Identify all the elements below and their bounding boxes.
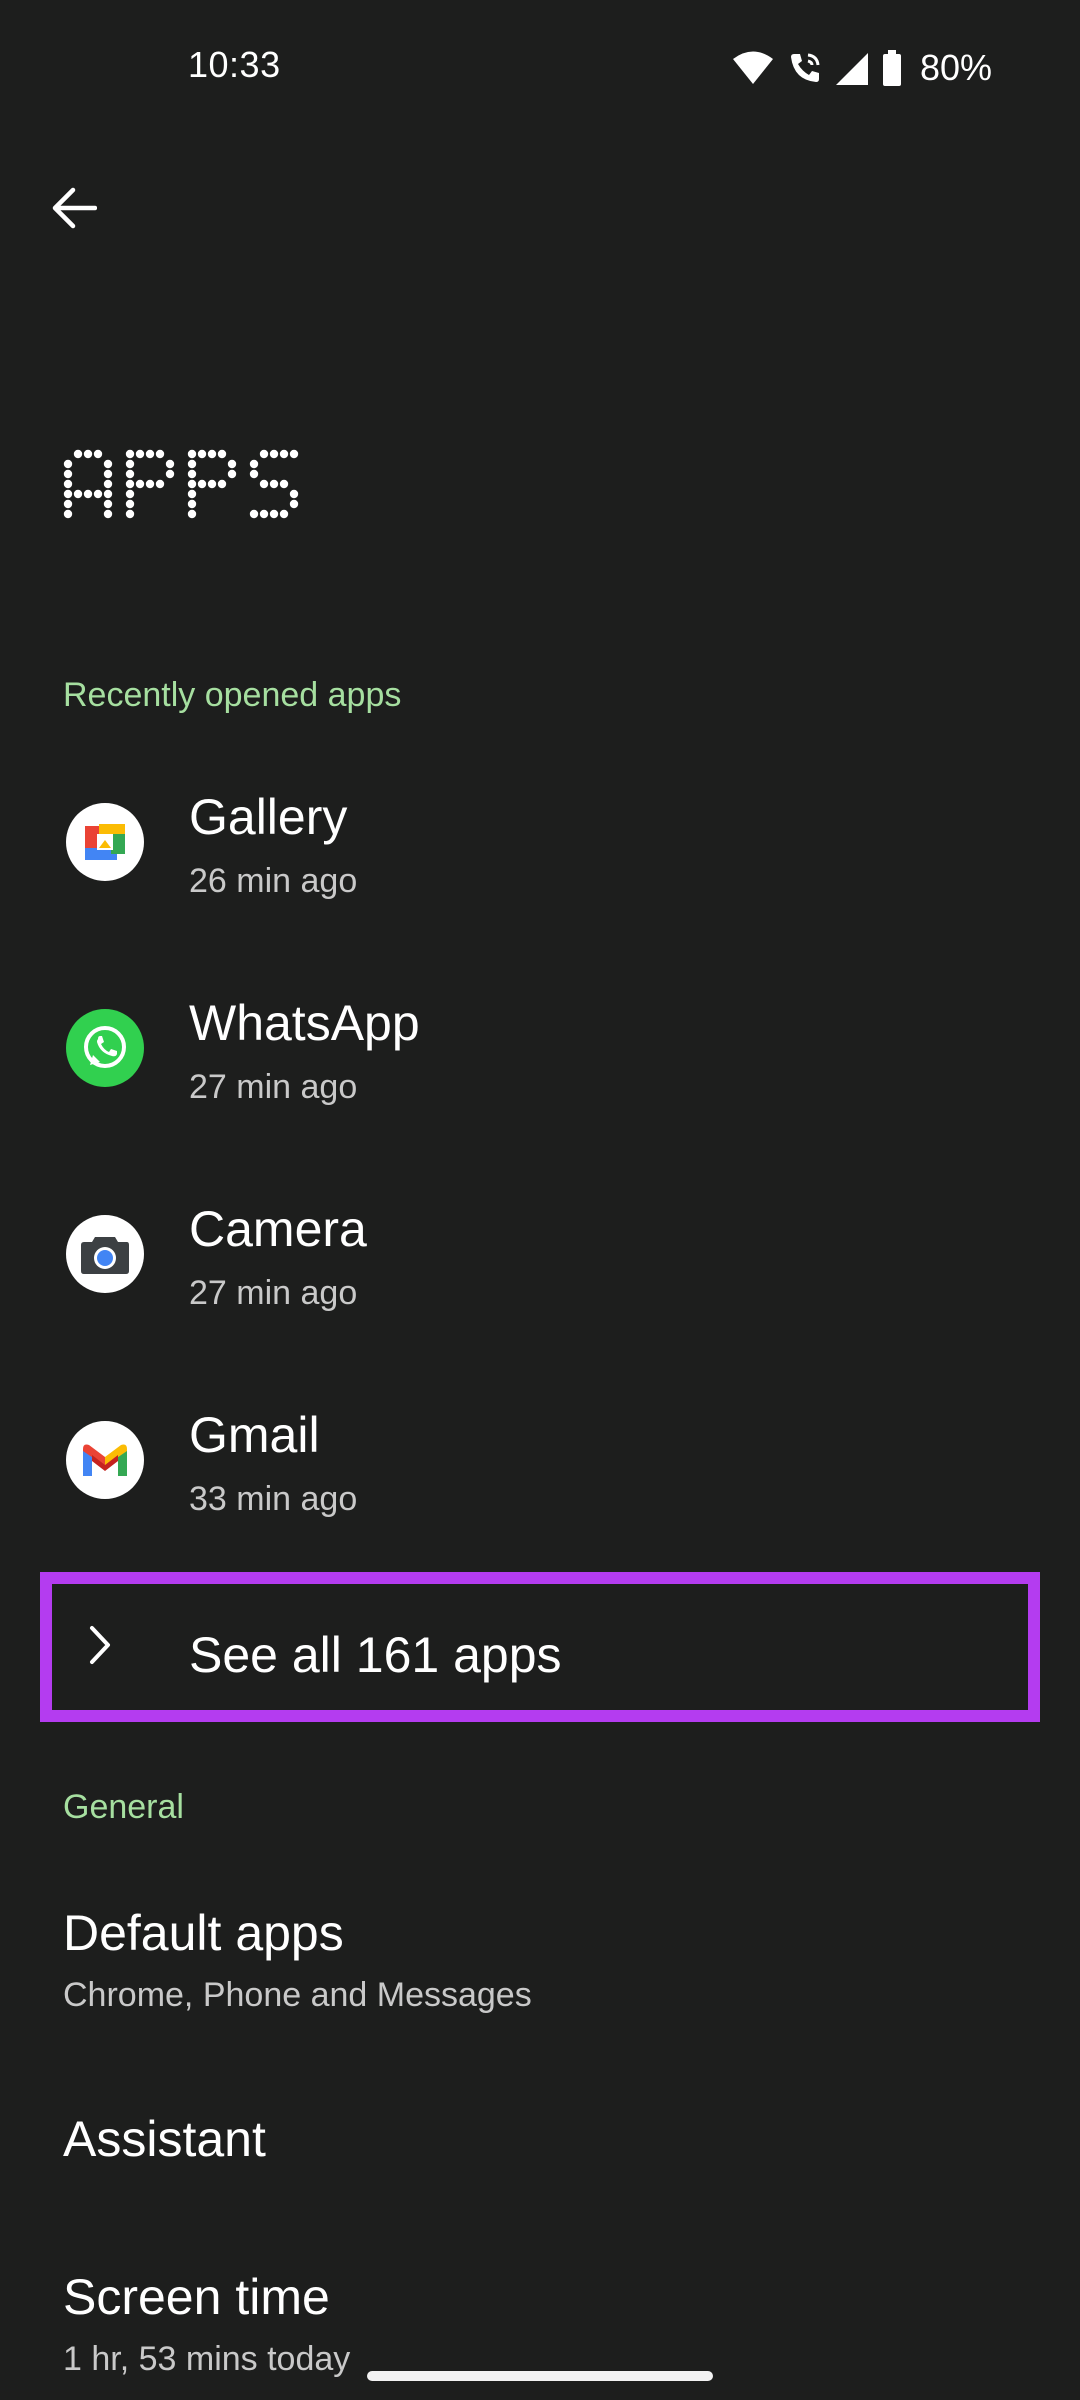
gmail-icon: [66, 1421, 144, 1499]
app-last-opened: 26 min ago: [189, 862, 358, 900]
app-row-camera[interactable]: Camera 27 min ago: [0, 1154, 1080, 1354]
battery-percentage: 80%: [919, 47, 992, 88]
app-row-gmail[interactable]: Gmail 33 min ago: [0, 1360, 1080, 1560]
gallery-icon: [66, 803, 144, 881]
app-name: Gmail: [189, 1407, 320, 1463]
see-all-apps-label: See all 161 apps: [189, 1627, 562, 1683]
app-last-opened: 33 min ago: [189, 1480, 358, 1518]
wifi-calling-icon: [788, 51, 822, 85]
app-name: Camera: [189, 1201, 367, 1257]
general-header: General: [63, 1788, 184, 1826]
default-apps-item[interactable]: Default apps Chrome, Phone and Messages: [0, 1866, 1080, 2046]
screen-time-subtitle: 1 hr, 53 mins today: [63, 2340, 351, 2378]
navigation-handle[interactable]: [367, 2371, 713, 2381]
battery-icon: [882, 50, 902, 86]
status-icons: 80%: [732, 44, 992, 92]
assistant-item[interactable]: Assistant: [0, 2070, 1080, 2210]
app-last-opened: 27 min ago: [189, 1274, 358, 1312]
cell-signal-icon: [835, 51, 868, 85]
default-apps-subtitle: Chrome, Phone and Messages: [63, 1976, 532, 2014]
default-apps-title: Default apps: [63, 1905, 344, 1961]
whatsapp-icon: [66, 1009, 144, 1087]
app-last-opened: 27 min ago: [189, 1068, 358, 1106]
page-title: [62, 440, 302, 530]
app-name: WhatsApp: [189, 995, 420, 1051]
back-button[interactable]: [36, 170, 112, 246]
app-row-gallery[interactable]: Gallery 26 min ago: [0, 742, 1080, 942]
recent-apps-header: Recently opened apps: [63, 676, 402, 714]
arrow-back-icon: [52, 187, 97, 229]
see-all-apps-button[interactable]: See all 161 apps: [40, 1572, 1040, 1722]
wifi-icon: [732, 50, 774, 86]
page-title-dot-matrix: [63, 449, 299, 519]
camera-icon: [66, 1215, 144, 1293]
app-name: Gallery: [189, 789, 348, 845]
chevron-right-icon: [90, 1626, 110, 1664]
screen-time-title: Screen time: [63, 2269, 330, 2325]
assistant-title: Assistant: [63, 2111, 266, 2167]
status-time: 10:33: [188, 44, 281, 85]
app-row-whatsapp[interactable]: WhatsApp 27 min ago: [0, 948, 1080, 1148]
